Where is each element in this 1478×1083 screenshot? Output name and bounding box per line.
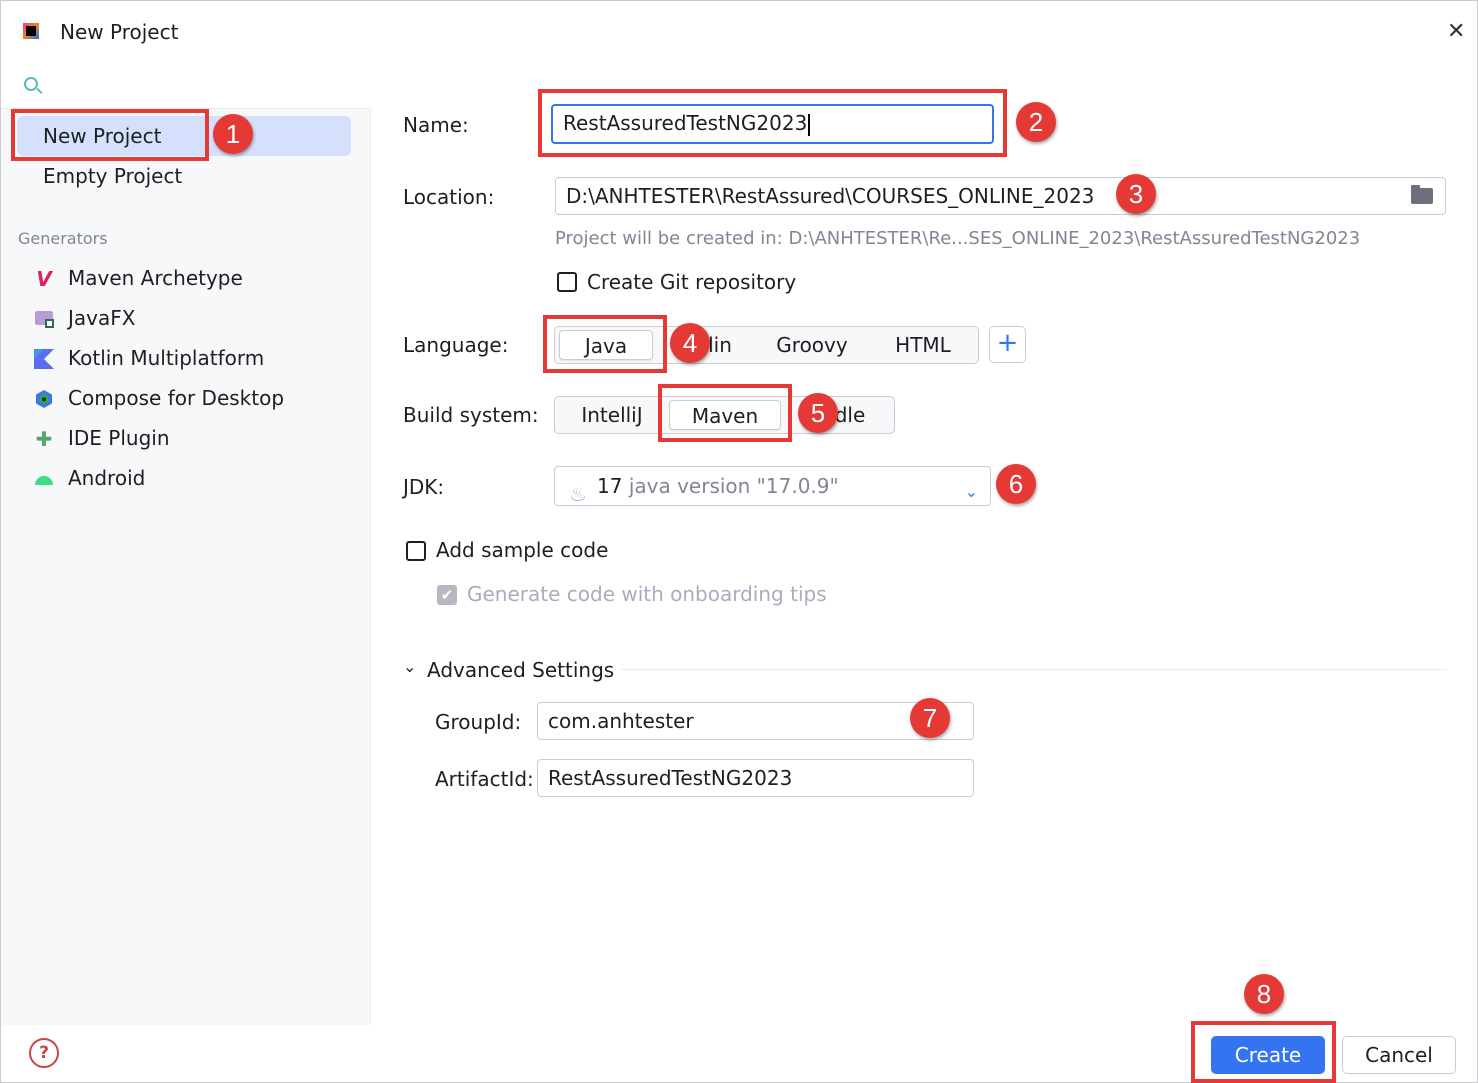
annotation-badge: 6 xyxy=(996,464,1036,504)
chevron-down-icon[interactable]: ⌄ xyxy=(403,657,416,676)
groupid-value: com.anhtester xyxy=(548,709,694,733)
help-icon[interactable]: ? xyxy=(29,1038,59,1068)
kotlin-icon xyxy=(33,348,55,370)
language-groovy[interactable]: Groovy xyxy=(767,330,857,360)
name-value: RestAssuredTestNG2023 xyxy=(563,111,808,135)
cancel-button[interactable]: Cancel xyxy=(1342,1036,1456,1074)
annotation-badge: 4 xyxy=(670,323,710,363)
generator-label: IDE Plugin xyxy=(68,426,170,450)
build-system-label: Build system: xyxy=(403,403,539,427)
language-selector: Java lin Groovy HTML xyxy=(554,326,979,364)
java-cup-icon: ♨ xyxy=(569,482,587,506)
generators-heading: Generators xyxy=(18,229,108,248)
location-hint: Project will be created in: D:\ANHTESTER… xyxy=(555,228,1361,249)
annotation-badge: 2 xyxy=(1016,102,1056,142)
create-button[interactable]: Create xyxy=(1211,1036,1325,1074)
generator-label: Compose for Desktop xyxy=(68,386,285,410)
sidebar-item-label: New Project xyxy=(43,124,162,148)
onboarding-tips-label: Generate code with onboarding tips xyxy=(467,582,827,606)
jdk-dropdown[interactable]: ♨ 17 java version "17.0.9" ⌄ xyxy=(554,466,991,506)
location-label: Location: xyxy=(403,185,495,209)
create-git-checkbox[interactable] xyxy=(557,272,577,292)
javafx-icon xyxy=(33,308,55,330)
generator-label: Kotlin Multiplatform xyxy=(68,346,265,370)
generator-label: JavaFX xyxy=(68,306,136,330)
add-sample-code-checkbox[interactable] xyxy=(406,541,426,561)
annotation-badge: 1 xyxy=(213,114,253,154)
annotation-badge: 3 xyxy=(1116,174,1156,214)
groupid-label: GroupId: xyxy=(435,710,522,734)
add-language-button[interactable]: + xyxy=(989,326,1026,363)
compose-icon xyxy=(33,388,55,410)
location-value: D:\ANHTESTER\RestAssured\COURSES_ONLINE_… xyxy=(566,184,1095,208)
name-label: Name: xyxy=(403,113,469,137)
generator-label: Maven Archetype xyxy=(68,266,243,290)
maven-icon: V xyxy=(36,267,52,291)
chevron-down-icon: ⌄ xyxy=(964,482,978,501)
build-maven[interactable]: Maven xyxy=(669,400,781,430)
sidebar-search[interactable] xyxy=(1,63,371,109)
title-bar: New Project ✕ xyxy=(1,1,1477,63)
artifactid-label: ArtifactId: xyxy=(435,767,534,791)
annotation-badge: 8 xyxy=(1244,974,1284,1014)
sidebar-item-empty-project[interactable]: Empty Project xyxy=(17,156,351,196)
close-icon[interactable]: ✕ xyxy=(1447,19,1465,44)
sidebar-item-label: Empty Project xyxy=(43,164,183,188)
build-system-selector: IntelliJ Maven dle xyxy=(554,396,895,434)
annotation-badge: 5 xyxy=(798,393,838,433)
divider xyxy=(621,669,1447,670)
artifactid-value: RestAssuredTestNG2023 xyxy=(548,766,793,790)
folder-icon[interactable] xyxy=(1411,185,1433,204)
onboarding-tips-checkbox[interactable]: ✔ xyxy=(437,585,457,605)
language-java[interactable]: Java xyxy=(559,330,653,360)
plugin-icon: ✚ xyxy=(35,427,53,451)
android-icon xyxy=(33,468,55,490)
advanced-settings-toggle[interactable]: Advanced Settings xyxy=(427,658,614,682)
sidebar: New Project Empty Project Generators V M… xyxy=(1,63,371,1068)
create-git-label: Create Git repository xyxy=(587,270,797,294)
name-field[interactable]: RestAssuredTestNG2023 xyxy=(551,104,994,144)
build-intellij[interactable]: IntelliJ xyxy=(567,400,657,430)
annotation-badge: 7 xyxy=(910,698,950,738)
window-title: New Project xyxy=(60,20,179,44)
artifactid-field[interactable]: RestAssuredTestNG2023 xyxy=(537,759,974,797)
search-icon xyxy=(24,77,38,91)
jdk-version: 17 xyxy=(597,474,623,498)
sidebar-item-new-project[interactable]: New Project xyxy=(17,116,351,156)
language-html[interactable]: HTML xyxy=(883,330,963,360)
text-caret xyxy=(808,113,811,136)
new-project-dialog: New Project ✕ New Project Empty Project … xyxy=(0,0,1478,1083)
intellij-logo-icon xyxy=(23,23,39,39)
generator-label: Android xyxy=(68,466,146,490)
add-sample-code-label: Add sample code xyxy=(436,538,609,562)
language-label: Language: xyxy=(403,333,509,357)
location-field[interactable]: D:\ANHTESTER\RestAssured\COURSES_ONLINE_… xyxy=(555,177,1446,215)
groupid-field[interactable]: com.anhtester xyxy=(537,702,974,740)
jdk-label: JDK: xyxy=(403,475,445,499)
jdk-detail: java version "17.0.9" xyxy=(628,474,839,498)
